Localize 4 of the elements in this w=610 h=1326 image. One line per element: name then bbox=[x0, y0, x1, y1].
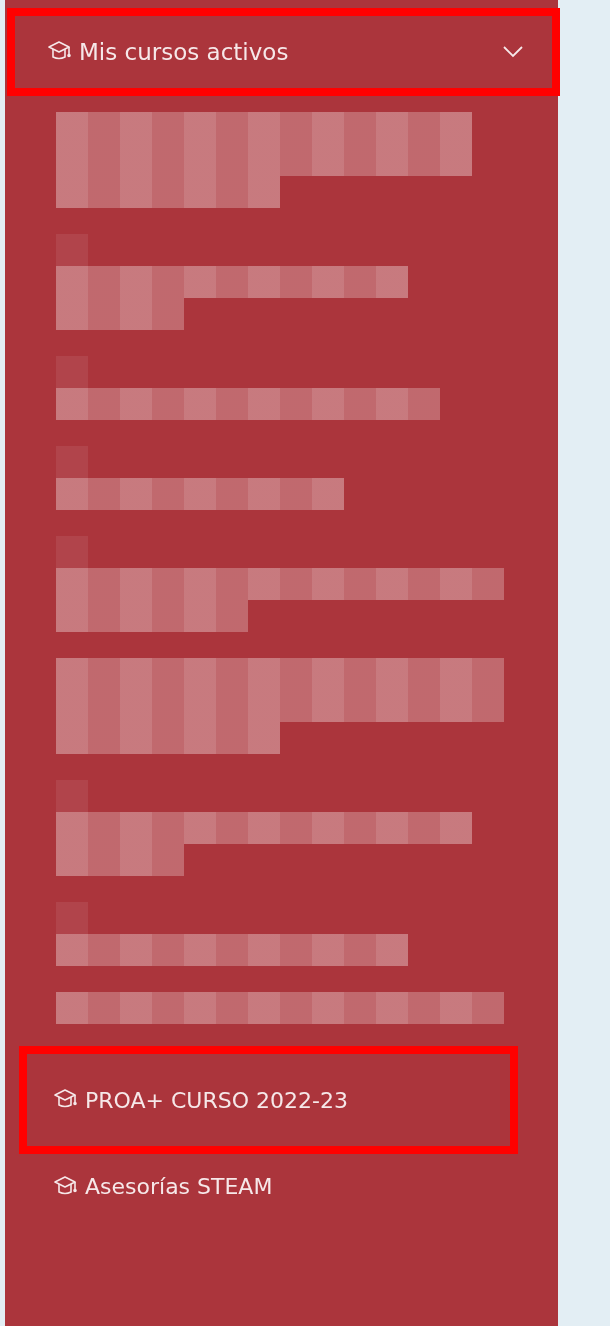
chevron-icon bbox=[502, 45, 524, 59]
menu-item[interactable]: PROA+ CURSO 2022-23 bbox=[19, 1046, 518, 1154]
menu-header[interactable]: Mis cursos activos bbox=[7, 8, 560, 96]
menu-item[interactable]: Asesorías STEAM bbox=[19, 1166, 518, 1207]
